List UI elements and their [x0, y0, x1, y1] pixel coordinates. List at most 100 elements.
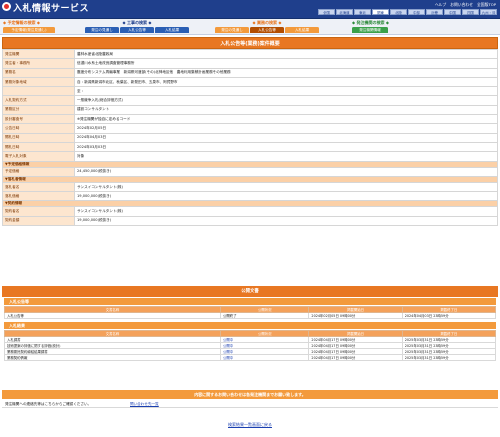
inquiry-row: 発注機関への連絡先等はこちらからご確認ください。 問い合わせ先一覧 — [2, 400, 498, 408]
detail-value: サンスイコンサルタント(株) — [74, 181, 498, 193]
document-name: 業務契約情報 — [3, 354, 222, 361]
contact-list-link[interactable]: 問い合わせ先一覧 — [130, 400, 159, 408]
header-bar: 入札情報サービス ヘルプ お問い合わせ 全国版TOP 全国 北海道 東北 関東 … — [0, 0, 500, 21]
detail-row: 業務名 震度分布システム再編事業 新潟県河渡部(その)北神地区他 農地利用集積計画… — [2, 67, 498, 78]
detail-value: 一般競争入札(総合評価方式) — [74, 95, 498, 106]
detail-value: 農林水産省北陸農政局 — [74, 48, 498, 60]
national-top-link[interactable]: 全国版TOP — [477, 2, 496, 8]
menu-group-head: ◆ 工事の検索 ◆ — [122, 20, 152, 25]
region-tab-kyushu[interactable]: 九州・沖縄 — [480, 9, 497, 21]
detail-key: 業務区分 — [2, 104, 75, 116]
region-tab-shikoku[interactable]: 四国 — [462, 9, 479, 15]
service-title: 入札情報サービス — [13, 4, 90, 14]
detail-value: 自 : 新潟県新潟市北区、秋葉区、新発田市、五泉市、阿賀野市 — [74, 76, 498, 88]
detail-row: 入札契約方式 一般競争入札(総合評価方式) — [2, 95, 498, 106]
detail-row: 電子入札対象 対象 — [2, 151, 498, 162]
results-document-table: 文書名称 公開状況 掲載開始日 掲載終了日 入札調書 公開中 2024年04月17日 09時… — [3, 330, 497, 361]
tab-construction-outlook[interactable]: 発注の見通し — [85, 27, 119, 33]
contact-link[interactable]: お問い合わせ — [450, 2, 473, 8]
detail-value: サンスイコンサルタント(株) — [74, 206, 498, 217]
service-logo-icon — [2, 2, 11, 11]
detail-key: 入札契約方式 — [2, 95, 75, 106]
publish-end: 2024年04月03日 23時59分 — [401, 312, 497, 319]
detail-value: 信濃川水系土地改良調査管理事務所 — [74, 58, 498, 69]
region-tab-hokuriku[interactable]: 北陸 — [390, 9, 407, 15]
open-document-link[interactable]: 公開中 — [223, 338, 233, 342]
detail-key: 落札価格 — [2, 191, 75, 202]
search-menu: ◆ 予定情報の検索 ◆ 予定情報(発注見通し) ◆ 工事の検索 ◆ 発注の見通し… — [0, 19, 500, 35]
detail-row: 設計審査号 ※発注機関が独自に定めるコード — [2, 114, 498, 125]
document-status-cell: 公開中 — [220, 354, 310, 361]
detail-row: 予定価格 24,450,000(税抜き) — [2, 166, 498, 177]
help-link[interactable]: ヘルプ — [435, 2, 446, 8]
detail-value: 対象 — [74, 151, 498, 162]
detail-row: 業務区分 建設コンサルタント — [2, 104, 498, 116]
tab-services-notices[interactable]: 入札公告等 — [250, 27, 284, 33]
menu-group-schedule: ◆ 予定情報の検索 ◆ 予定情報(発注見通し) — [3, 20, 55, 33]
region-tab-zenkoku[interactable]: 全国 — [318, 9, 335, 15]
document-status: 公開終了 — [220, 312, 310, 319]
menu-group-head: ◆ 業務の検索 ◆ — [252, 20, 282, 25]
menu-group-services: ◆ 業務の検索 ◆ 発注の見通し 入札公告等 入札結果 — [215, 20, 319, 33]
notice-document-table: 文書名称 公開状況 掲載開始日 掲載終了日 入札公告等 公開終了 2024年02月05日 0… — [3, 306, 497, 319]
main-content: 入札公告等(業務)案件概要 発注機関 農林水産省北陸農政局 発注者・事務所 信濃川水系… — [2, 37, 498, 227]
open-document-link[interactable]: 公開中 — [223, 344, 233, 348]
detail-row: 契約者名 サンスイコンサルタント(株) — [2, 206, 498, 217]
page-title: 入札公告等(業務)案件概要 — [2, 37, 498, 49]
detail-key: 業務対象地域 — [2, 76, 75, 88]
detail-key: 業務名 — [2, 67, 75, 78]
detail-value: 2024年04月03日 — [74, 132, 498, 143]
menu-group-head: ◆ 発注機関の検索 ◆ — [352, 20, 389, 25]
detail-key: 設計審査号 — [2, 114, 75, 125]
back-link-wrap: 検索結果一覧画面に戻る — [2, 422, 498, 428]
open-document-link[interactable]: 公開中 — [223, 356, 233, 360]
publish-start: 2024年02月05日 09時00分 — [308, 312, 403, 319]
top-links: ヘルプ お問い合わせ 全国版TOP — [435, 2, 496, 8]
publish-end: 2025年03月31日 23時59分 — [401, 354, 497, 361]
detail-row: 落札価格 19,000,000(税抜き) — [2, 191, 498, 202]
notice-subheading: 入札公告等 — [4, 298, 496, 305]
publish-start: 2024年04月17日 09時00分 — [308, 354, 403, 361]
detail-value: 建設コンサルタント — [74, 104, 498, 116]
detail-value: 2024年02月05日 — [74, 123, 498, 134]
region-tab-chubu[interactable]: 中部 — [408, 9, 425, 15]
menu-group-head: ◆ 予定情報の検索 ◆ — [3, 20, 40, 25]
detail-key: 公告日時 — [2, 123, 75, 134]
detail-key: 電子入札対象 — [2, 151, 75, 162]
detail-value: 19,000,000(税抜き) — [74, 215, 498, 227]
tab-schedule-outlook[interactable]: 予定情報(発注見通し) — [3, 27, 55, 33]
detail-key: 契約者名 — [2, 206, 75, 217]
tab-construction-results[interactable]: 入札結果 — [155, 27, 189, 33]
detail-row: 発注者・事務所 信濃川水系土地改良調査管理事務所 — [2, 58, 498, 69]
region-tab-kanto[interactable]: 関東 — [372, 9, 389, 15]
tab-services-results[interactable]: 入札結果 — [285, 27, 319, 33]
detail-key — [2, 86, 75, 97]
region-tabs: 全国 北海道 東北 関東 北陸 中部 近畿 中国 四国 九州・沖縄 — [318, 9, 497, 21]
detail-row: 業務対象地域自 : 新潟県新潟市北区、秋葉区、新発田市、五泉市、阿賀野市 — [2, 76, 498, 88]
region-tab-kinki[interactable]: 近畿 — [426, 9, 443, 15]
detail-row: 契約金額 19,000,000(税抜き) — [2, 215, 498, 227]
document-name: 入札公告等 — [3, 312, 222, 319]
open-document-link[interactable]: 公開中 — [223, 350, 233, 354]
detail-key: 発注者・事務所 — [2, 58, 75, 69]
detail-table: 発注機関 農林水産省北陸農政局 発注者・事務所 信濃川水系土地改良調査管理事務所 業務名… — [2, 48, 498, 227]
detail-value: 19,000,000(税抜き) — [74, 191, 498, 202]
detail-value: 2024年03月03日 — [74, 141, 498, 153]
tab-agency-info[interactable]: 発注機関情報 — [352, 27, 388, 33]
detail-value: ※発注機関が独自に定めるコード — [74, 114, 498, 125]
detail-row: 開札日時 2024年03月03日 — [2, 141, 498, 153]
inquiry-title: 内容に関するお問い合わせは各発注機関までお願い致します。 — [2, 390, 498, 399]
region-tab-tohoku[interactable]: 東北 — [354, 9, 371, 15]
tab-services-outlook[interactable]: 発注の見通し — [215, 27, 249, 33]
detail-key: 落札者名 — [2, 181, 75, 193]
menu-group-construction: ◆ 工事の検索 ◆ 発注の見通し 入札公告等 入札結果 — [85, 20, 189, 33]
detail-key: 予定価格 — [2, 166, 75, 177]
region-tab-chugoku[interactable]: 中国 — [444, 9, 461, 15]
back-to-results-link[interactable]: 検索結果一覧画面に戻る — [228, 422, 272, 427]
detail-row: 発注機関 農林水産省北陸農政局 — [2, 48, 498, 60]
menu-group-agency: ◆ 発注機関の検索 ◆ 発注機関情報 — [352, 20, 389, 33]
inquiry-section: 内容に関するお問い合わせは各発注機関までお願い致します。 発注機関への連絡先等は… — [2, 390, 498, 427]
tab-construction-notices[interactable]: 入札公告等 — [120, 27, 154, 33]
region-tab-hokkaido[interactable]: 北海道 — [336, 9, 353, 15]
detail-value: 24,450,000(税抜き) — [74, 166, 498, 177]
